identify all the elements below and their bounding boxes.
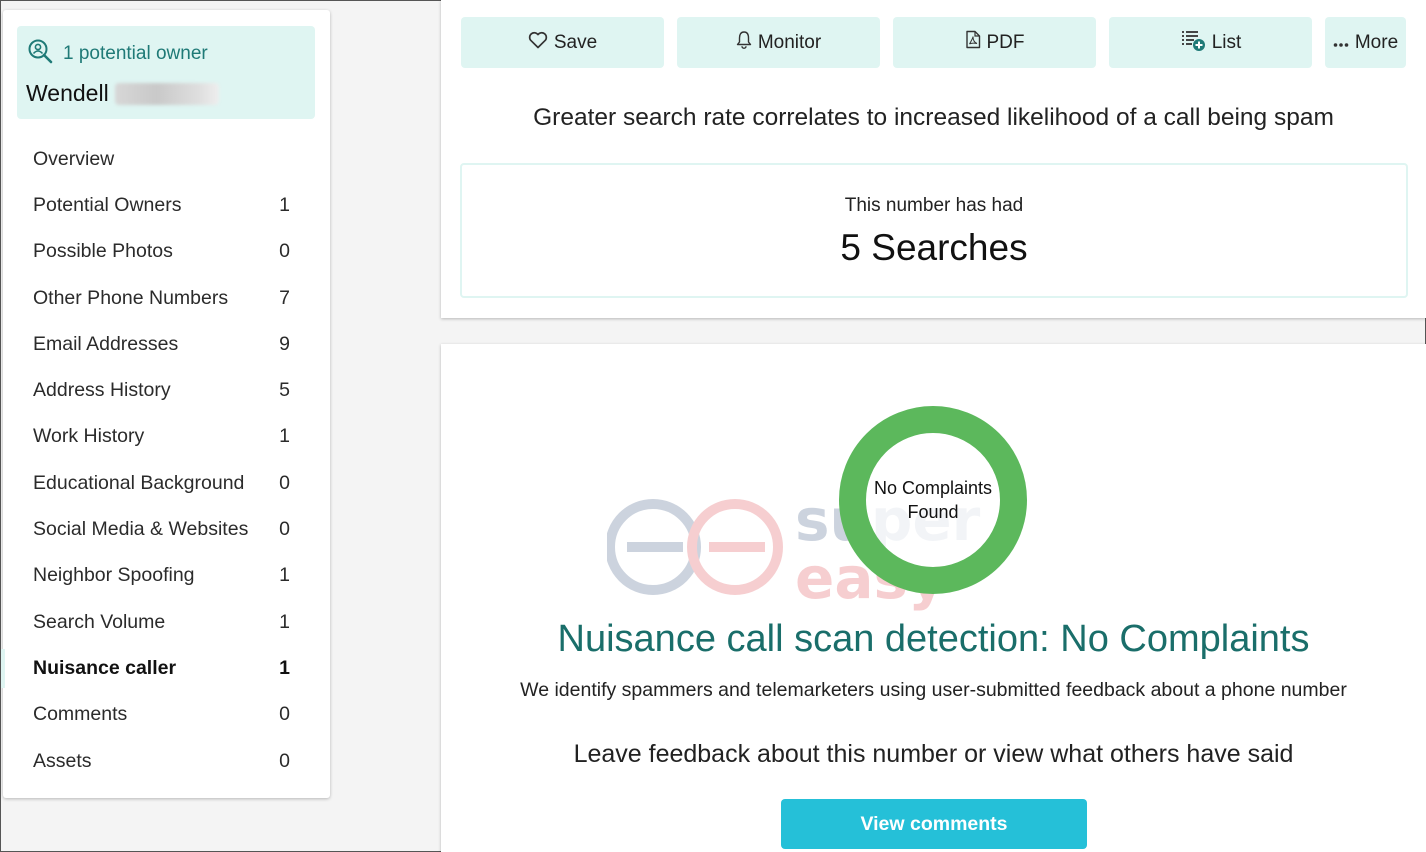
pdf-button[interactable]: PDF	[893, 17, 1096, 68]
nav-item-count: 1	[279, 564, 290, 587]
nav-item-label: Search Volume	[33, 610, 166, 633]
owner-name: Wendell	[26, 80, 219, 107]
pdf-file-icon	[965, 30, 981, 55]
nuisance-scan-title: Nuisance call scan detection: No Complai…	[557, 618, 1310, 660]
nav-item-educational-background[interactable]: Educational Background 0	[3, 460, 330, 506]
nav-item-possible-photos[interactable]: Possible Photos 0	[3, 229, 330, 275]
nav-item-label: Work History	[33, 425, 145, 448]
nav-item-count: 0	[279, 749, 290, 772]
nav-item-label: Other Phone Numbers	[33, 286, 229, 309]
search-rate-headline: Greater search rate correlates to increa…	[533, 104, 1334, 131]
complaints-status-ring: No Complaints Found	[839, 406, 1027, 594]
view-comments-button[interactable]: View comments	[781, 799, 1087, 849]
save-label: Save	[553, 31, 598, 53]
nav-item-label: Possible Photos	[33, 240, 173, 263]
section-nav: Overview Potential Owners 1 Possible Phot…	[1, 136, 330, 784]
nav-item-assets[interactable]: Assets 0	[3, 738, 330, 784]
pdf-label: PDF	[986, 31, 1025, 53]
nav-item-label: Address History	[33, 379, 171, 402]
nav-item-label: Email Addresses	[33, 332, 179, 355]
nav-item-count: 1	[279, 610, 290, 633]
nav-item-label: Comments	[33, 703, 128, 726]
search-count-box: This number has had 5 Searches	[460, 163, 1408, 298]
nav-item-other-phone-numbers[interactable]: Other Phone Numbers 7	[3, 275, 330, 321]
nav-item-label: Potential Owners	[33, 193, 182, 216]
nav-item-nuisance-caller[interactable]: Nuisance caller 1	[1, 645, 330, 691]
more-button[interactable]: More	[1325, 17, 1406, 68]
nav-item-work-history[interactable]: Work History 1	[3, 414, 330, 460]
owner-first-name: Wendell	[26, 80, 109, 106]
nav-item-email-addresses[interactable]: Email Addresses 9	[3, 321, 330, 367]
nav-item-overview[interactable]: Overview	[3, 136, 330, 182]
save-button[interactable]: Save	[461, 17, 664, 68]
nav-item-label: Social Media & Websites	[33, 518, 249, 541]
nav-item-label: Assets	[33, 749, 92, 772]
action-toolbar: Save Monitor PDF List More	[461, 17, 1406, 68]
nuisance-scan-description: We identify spammers and telemarketers u…	[520, 679, 1347, 701]
feedback-prompt: Leave feedback about this number or view…	[573, 740, 1294, 768]
nav-item-count: 0	[279, 703, 290, 726]
nav-item-count: 7	[279, 286, 290, 309]
nav-item-neighbor-spoofing[interactable]: Neighbor Spoofing 1	[3, 553, 330, 599]
nav-item-search-volume[interactable]: Search Volume 1	[3, 599, 330, 645]
nav-item-count: 0	[279, 471, 290, 494]
search-count: 5 Searches	[840, 227, 1028, 268]
list-add-icon	[1180, 28, 1206, 58]
nav-item-label: Nuisance caller	[33, 656, 177, 679]
owner-count: 1 potential owner	[27, 38, 208, 70]
heart-icon	[528, 31, 548, 55]
nav-item-count: 1	[279, 193, 290, 216]
nav-item-label: Overview	[33, 147, 115, 170]
nav-item-social-media[interactable]: Social Media & Websites 0	[3, 506, 330, 552]
ring-text-line1: No Complaints	[873, 477, 993, 498]
bell-icon	[736, 30, 752, 55]
nuisance-caller-card: super easy No Complaints Found Nuisance …	[441, 344, 1426, 852]
sidebar: 1 potential owner Wendell Overview Poten…	[1, 10, 330, 798]
nav-item-count: 5	[279, 379, 290, 402]
add-to-list-button[interactable]: List	[1109, 17, 1312, 68]
search-volume-card: Save Monitor PDF List More Greater searc…	[441, 0, 1426, 318]
nav-item-label: Neighbor Spoofing	[33, 564, 195, 587]
nav-item-count: 9	[279, 332, 290, 355]
nav-item-count: 1	[279, 656, 290, 679]
monitor-label: Monitor	[757, 31, 822, 53]
owner-count-label: 1 potential owner	[63, 43, 208, 64]
search-count-subtext: This number has had	[844, 195, 1024, 216]
nav-item-address-history[interactable]: Address History 5	[3, 367, 330, 413]
nav-item-count: 0	[279, 240, 290, 263]
nav-item-count: 1	[279, 425, 290, 448]
owner-card[interactable]: 1 potential owner Wendell	[17, 26, 315, 119]
list-label: List	[1211, 31, 1242, 53]
nav-item-label: Educational Background	[33, 471, 245, 494]
nav-item-comments[interactable]: Comments 0	[3, 692, 330, 738]
ring-text-line2: Found	[907, 502, 959, 522]
redacted-surname	[114, 82, 219, 105]
nav-item-count: 0	[279, 518, 290, 541]
ellipsis-icon	[1333, 32, 1349, 54]
monitor-button[interactable]: Monitor	[677, 17, 880, 68]
nav-item-potential-owners[interactable]: Potential Owners 1	[3, 182, 330, 228]
more-label: More	[1354, 31, 1399, 53]
person-search-icon	[27, 38, 53, 70]
